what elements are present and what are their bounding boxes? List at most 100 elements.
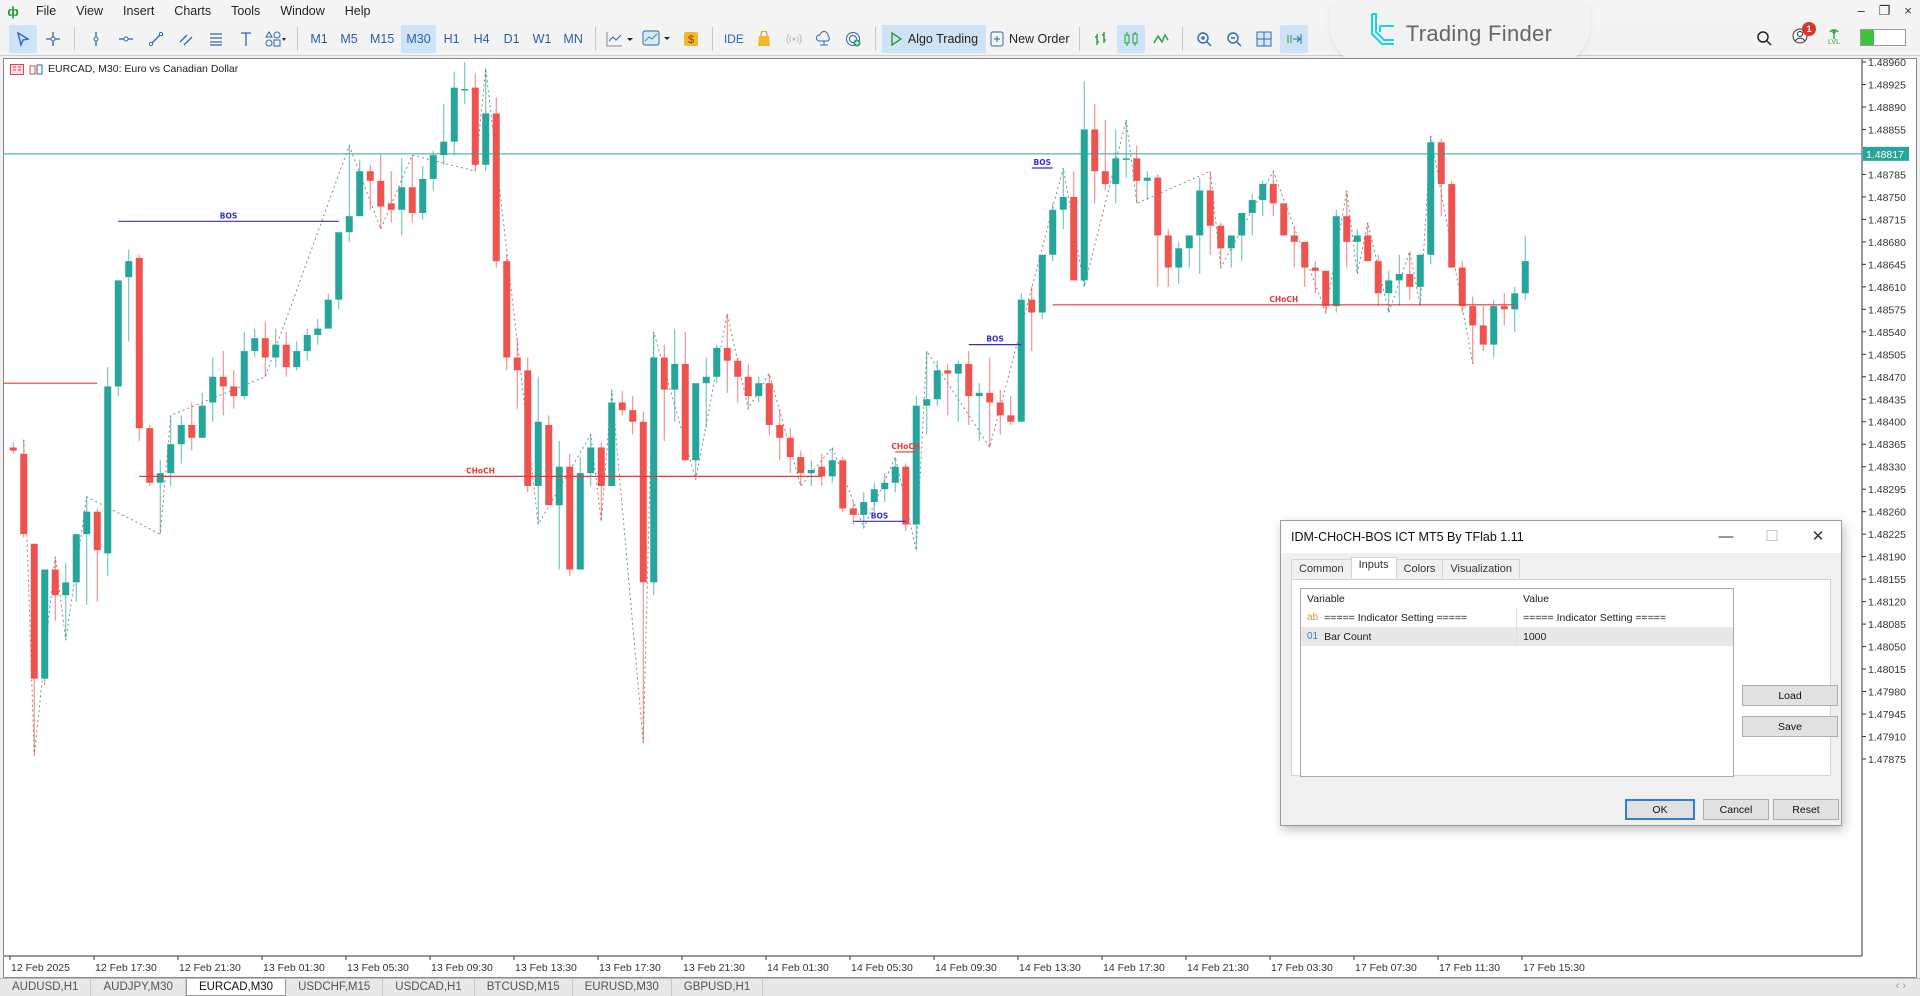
dialog-close-button[interactable]: ✕ — [1795, 521, 1841, 553]
line-chart-button[interactable] — [1147, 25, 1175, 53]
restore-window-button[interactable]: ❐ — [1879, 3, 1891, 19]
new-order-button[interactable]: New Order — [987, 25, 1072, 53]
dialog-maximize-button[interactable]: ☐ — [1749, 521, 1795, 553]
tab-eurusd-m30[interactable]: EURUSD,M30 — [573, 979, 672, 996]
table-row[interactable]: ab ===== Indicator Setting ===== ===== In… — [1301, 608, 1733, 627]
variable-value[interactable]: ===== Indicator Setting ===== — [1517, 612, 1666, 624]
price-tick-label: 1.48610 — [1868, 282, 1906, 294]
trendline-button[interactable] — [142, 25, 170, 53]
channel-button[interactable] — [172, 25, 200, 53]
table-row[interactable]: 01 Bar Count 1000 — [1301, 627, 1733, 646]
tab-eurcad-m30[interactable]: EURCAD,M30 — [185, 979, 287, 996]
bearish-candle — [135, 257, 143, 429]
market-button[interactable] — [750, 25, 778, 53]
bearish-candle — [849, 508, 857, 515]
horizontal-line-button[interactable] — [112, 25, 140, 53]
signal-level-indicator[interactable]: LVL — [1828, 28, 1840, 47]
reset-button[interactable]: Reset — [1773, 799, 1839, 820]
tab-audusd-h1[interactable]: AUDUSD,H1 — [0, 979, 92, 996]
bullish-candle — [912, 405, 920, 525]
bullish-candle — [167, 444, 175, 474]
ide-button[interactable]: IDE — [720, 25, 748, 53]
line-chart-icon — [1153, 32, 1170, 43]
ok-button[interactable]: OK — [1625, 799, 1695, 820]
fibonacci-button[interactable] — [202, 25, 230, 53]
bullish-candle — [345, 216, 353, 233]
bearish-candle — [1469, 306, 1477, 326]
tab-btcusd-m15[interactable]: BTCUSD,M15 — [475, 979, 573, 996]
dialog-minimize-button[interactable]: — — [1703, 521, 1749, 553]
algo-trading-button[interactable]: Algo Trading — [881, 24, 987, 53]
timeframe-h1[interactable]: H1 — [438, 25, 466, 53]
timeframe-d1[interactable]: D1 — [498, 25, 526, 53]
minimize-window-button[interactable]: – — [1858, 3, 1865, 19]
text-tool-button[interactable] — [232, 25, 260, 53]
timeframe-w1[interactable]: W1 — [528, 25, 557, 53]
templates-button[interactable] — [639, 25, 675, 53]
dialog-title-bar[interactable]: IDM-CHoCH-BOS ICT MT5 By TFlab 1.11 — ☐ … — [1281, 521, 1841, 553]
indicators-button[interactable] — [603, 25, 637, 53]
crosshair-tool-button[interactable] — [39, 25, 67, 53]
menu-tools[interactable]: Tools — [221, 0, 270, 22]
tab-usdcad-h1[interactable]: USDCAD,H1 — [383, 979, 475, 996]
community-button[interactable] — [840, 25, 868, 53]
bullish-candle — [692, 383, 700, 461]
vps-button[interactable] — [810, 25, 838, 53]
timeframe-m5[interactable]: M5 — [335, 25, 363, 53]
price-tick-label: 1.48015 — [1868, 664, 1906, 676]
candlestick-chart-button[interactable] — [1117, 24, 1146, 53]
load-button[interactable]: Load — [1742, 685, 1838, 706]
dialog-tab-common[interactable]: Common — [1291, 559, 1352, 578]
price-tick-label: 1.48120 — [1868, 597, 1906, 609]
bullish-candle — [1196, 190, 1204, 236]
candlestick-chart[interactable]: 1.48960 1.48925 1.48890 1.48855 1.48785 1.487… — [4, 59, 1916, 977]
bearish-candle — [1007, 415, 1015, 422]
menu-charts[interactable]: Charts — [164, 0, 221, 22]
account-notifications-button[interactable]: 1 — [1792, 22, 1816, 47]
dialog-tab-colors[interactable]: Colors — [1395, 559, 1444, 578]
bearish-candle — [387, 203, 395, 210]
menu-view[interactable]: View — [66, 0, 113, 22]
cursor-tool-button[interactable] — [9, 24, 37, 53]
bearish-candle — [1311, 267, 1319, 271]
bar-chart-button[interactable] — [1087, 25, 1115, 53]
close-window-button[interactable]: × — [1904, 3, 1912, 19]
zoom-out-button[interactable] — [1220, 25, 1248, 53]
tab-audjpy-m30[interactable]: AUDJPY,M30 — [91, 979, 186, 996]
tile-windows-button[interactable] — [1250, 25, 1278, 53]
tab-usdchf-m15[interactable]: USDCHF,M15 — [286, 979, 384, 996]
bearish-candle — [20, 453, 28, 535]
time-tick-label: 12 Feb 21:30 — [179, 962, 241, 974]
menu-insert[interactable]: Insert — [113, 0, 164, 22]
bearish-candle — [524, 370, 532, 486]
menu-window[interactable]: Window — [270, 0, 334, 22]
bullish-candle — [1395, 273, 1403, 281]
bearish-candle — [1290, 235, 1298, 242]
variable-value[interactable]: 1000 — [1517, 631, 1546, 643]
chart-window[interactable]: 1.48960 1.48925 1.48890 1.48855 1.48785 1.487… — [3, 58, 1917, 978]
save-button[interactable]: Save — [1742, 716, 1838, 737]
zoom-in-button[interactable] — [1190, 25, 1218, 53]
menu-file[interactable]: File — [26, 0, 66, 22]
timeframe-h4[interactable]: H4 — [468, 25, 496, 53]
signals-button[interactable] — [780, 25, 808, 53]
shapes-button[interactable] — [262, 25, 290, 53]
bearish-candle — [1154, 177, 1162, 236]
tab-scroll-arrows[interactable]: ‹ › — [1896, 980, 1906, 992]
price-tick-label: 1.48575 — [1868, 304, 1906, 316]
vertical-line-button[interactable] — [82, 25, 110, 53]
cancel-button[interactable]: Cancel — [1703, 799, 1769, 820]
dialog-tab-visualization[interactable]: Visualization — [1442, 559, 1520, 578]
price-tick-label: 1.48225 — [1868, 529, 1906, 541]
timeframe-m1[interactable]: M1 — [305, 25, 333, 53]
dialog-tab-inputs[interactable]: Inputs — [1350, 557, 1397, 578]
timeframe-mn[interactable]: MN — [558, 25, 587, 53]
price-tick-label: 1.48645 — [1868, 259, 1906, 271]
timeframe-m15[interactable]: M15 — [365, 25, 399, 53]
auto-scroll-button[interactable] — [1280, 24, 1309, 53]
search-icon[interactable] — [1756, 30, 1772, 46]
timeframe-m30[interactable]: M30 — [401, 24, 436, 53]
trading-account-button[interactable]: $ — [677, 25, 705, 53]
tab-gbpusd-h1[interactable]: GBPUSD,H1 — [672, 979, 764, 996]
menu-help[interactable]: Help — [335, 0, 381, 22]
